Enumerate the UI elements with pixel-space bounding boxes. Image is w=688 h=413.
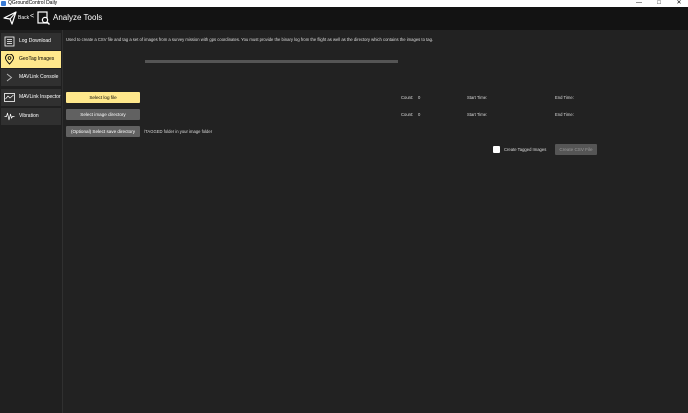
image-start-time-label: Start Time: (467, 112, 488, 117)
analyze-tools-icon (37, 11, 50, 25)
geotag-description: Used to create a CSV file and tag a set … (66, 37, 434, 42)
create-tagged-images-label: Create Tagged Images (504, 147, 547, 152)
geotag-pin-icon (5, 54, 14, 65)
maximize-button[interactable]: □ (652, 0, 666, 7)
page-title: Analyze Tools (53, 13, 103, 22)
progress-bar (145, 60, 398, 63)
select-log-file-button[interactable]: Select log file (66, 92, 140, 103)
create-csv-file-button[interactable]: Create CSV File (555, 144, 597, 155)
inspector-icon (4, 93, 15, 102)
sidebar-item-mavlink-console[interactable]: MAVLink Console (1, 69, 61, 86)
sidebar-item-label: Vibration (19, 113, 39, 119)
sidebar-item-label: MAVLink Console (19, 74, 59, 80)
sidebar-item-vibration[interactable]: Vibration (1, 108, 61, 125)
sidebar: Log Download GeoTag Images MAVLink Conso… (0, 30, 63, 413)
sidebar-item-log-download[interactable]: Log Download (1, 33, 61, 50)
geotag-panel: Used to create a CSV file and tag a set … (62, 30, 688, 413)
close-button[interactable]: ✕ (672, 0, 686, 7)
window-title: QGroundControl Daily (8, 0, 58, 6)
sidebar-item-mavlink-inspector[interactable]: MAVLink Inspector (1, 89, 61, 106)
log-download-icon (4, 36, 15, 47)
top-toolbar: Back < Analyze Tools (0, 7, 688, 30)
back-button[interactable]: Back (18, 15, 29, 21)
image-end-time-label: End Time: (555, 112, 574, 117)
sidebar-item-label: Log Download (19, 38, 51, 44)
sidebar-item-label: MAVLink Inspector (19, 94, 61, 100)
select-image-directory-button[interactable]: Select image directory (66, 109, 140, 120)
minimize-button[interactable]: — (632, 0, 646, 7)
console-chevron-icon (6, 73, 13, 82)
log-end-time-label: End Time: (555, 95, 574, 100)
sidebar-item-geotag-images[interactable]: GeoTag Images (1, 51, 61, 68)
select-save-directory-button[interactable]: (Optional) Select save directory (66, 126, 140, 137)
log-count-value: 0 (418, 95, 421, 100)
image-count-label: Count: (401, 112, 414, 117)
paper-plane-icon[interactable] (3, 10, 17, 26)
save-directory-hint: /TAGGED folder in your image folder (144, 129, 213, 134)
log-count-label: Count: (401, 95, 414, 100)
back-chevron-icon[interactable]: < (30, 13, 34, 20)
window-titlebar: QGroundControl Daily — □ ✕ (0, 0, 688, 7)
vibration-wave-icon (4, 112, 15, 121)
create-tagged-images-checkbox[interactable] (493, 146, 500, 153)
app-icon (1, 1, 6, 6)
image-count-value: 0 (418, 112, 421, 117)
log-start-time-label: Start Time: (467, 95, 488, 100)
sidebar-item-label: GeoTag Images (19, 56, 55, 62)
